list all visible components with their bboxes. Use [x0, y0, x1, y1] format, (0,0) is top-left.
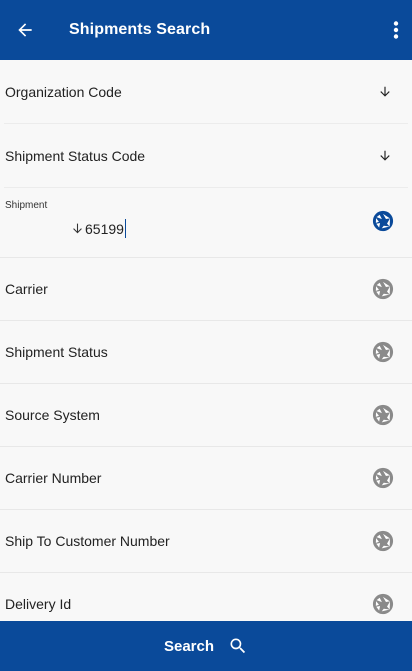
aperture-icon[interactable] — [372, 593, 394, 615]
text-cursor — [124, 219, 127, 238]
delivery-id-field[interactable]: Delivery Id — [0, 573, 412, 621]
carrier-label: Carrier — [5, 281, 48, 297]
source-system-label: Source System — [5, 407, 100, 423]
carrier-number-field[interactable]: Carrier Number — [0, 447, 412, 510]
aperture-icon[interactable] — [372, 467, 394, 489]
overflow-menu-button[interactable] — [390, 18, 402, 42]
shipment-status-code-label: Shipment Status Code — [5, 147, 146, 164]
aperture-icon[interactable] — [372, 530, 394, 552]
shipment-value: 65199 — [85, 220, 124, 237]
aperture-icon[interactable] — [372, 341, 394, 363]
search-button-label: Search — [163, 637, 215, 655]
organization-code-label: Organization Code — [5, 83, 122, 100]
shipment-status-code-dropdown[interactable]: Shipment Status Code — [4, 124, 408, 188]
arrow-down-icon — [380, 150, 390, 161]
shipment-status-field[interactable]: Shipment Status — [0, 321, 412, 384]
search-fields-list: Organization Code Shipment Status Code S… — [0, 60, 412, 621]
source-system-field[interactable]: Source System — [0, 384, 412, 447]
organization-code-dropdown[interactable]: Organization Code — [4, 60, 408, 124]
search-button[interactable]: Search — [0, 621, 412, 671]
shipment-status-label: Shipment Status — [5, 344, 108, 360]
arrow-left-icon — [18, 23, 32, 37]
shipment-label: Shipment — [5, 200, 48, 211]
carrier-field[interactable]: Carrier — [0, 258, 412, 321]
back-button[interactable] — [13, 18, 37, 42]
delivery-id-label: Delivery Id — [5, 596, 72, 612]
app-bar: Shipments Search — [0, 0, 412, 60]
shipment-input[interactable]: 65199 — [71, 219, 127, 238]
page-title: Shipments Search — [69, 21, 211, 38]
aperture-icon[interactable] — [372, 278, 394, 300]
shipment-field[interactable]: Shipment 65199 — [0, 188, 412, 258]
aperture-icon[interactable] — [372, 404, 394, 426]
sort-down-icon — [73, 223, 82, 234]
more-vert-icon — [393, 21, 399, 39]
aperture-icon[interactable] — [372, 210, 394, 232]
ship-to-customer-number-label: Ship To Customer Number — [5, 533, 170, 549]
search-icon — [230, 638, 246, 654]
carrier-number-label: Carrier Number — [5, 470, 102, 486]
arrow-down-icon — [380, 86, 390, 97]
ship-to-customer-number-field[interactable]: Ship To Customer Number — [0, 510, 412, 573]
